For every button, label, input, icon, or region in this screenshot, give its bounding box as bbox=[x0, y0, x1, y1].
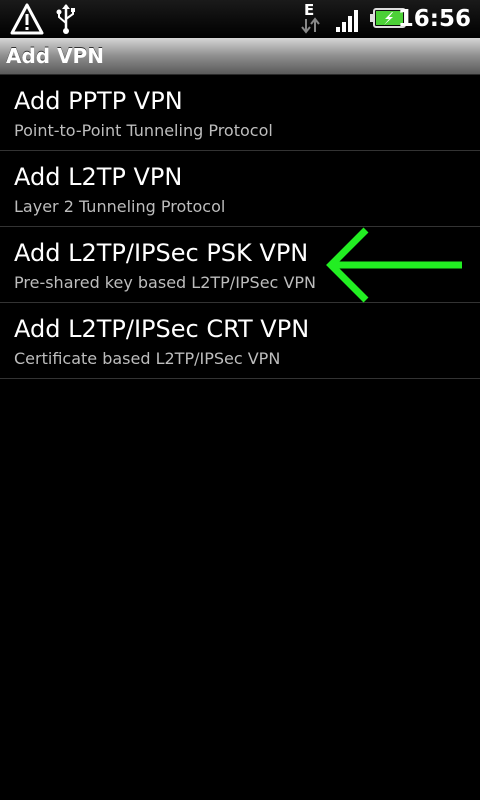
signal-strength-icon bbox=[336, 10, 358, 32]
annotation-arrow bbox=[326, 227, 462, 303]
status-bar: E 16:56 bbox=[0, 0, 480, 38]
arrow-left-icon bbox=[326, 227, 462, 303]
title-bar: Add VPN bbox=[0, 38, 480, 75]
list-item-title: Add PPTP VPN bbox=[14, 87, 183, 115]
edge-data-icon: E bbox=[301, 1, 320, 34]
list-item-title: Add L2TP/IPSec PSK VPN bbox=[14, 239, 309, 267]
warning-icon bbox=[10, 3, 44, 35]
add-pptp-vpn-item[interactable]: Add PPTP VPN Point-to-Point Tunneling Pr… bbox=[0, 75, 480, 151]
usb-icon bbox=[56, 4, 75, 34]
list-item-subtitle: Pre-shared key based L2TP/IPSec VPN bbox=[14, 273, 316, 292]
add-l2tp-ipsec-crt-vpn-item[interactable]: Add L2TP/IPSec CRT VPN Certificate based… bbox=[0, 303, 480, 379]
list-item-subtitle: Point-to-Point Tunneling Protocol bbox=[14, 121, 273, 140]
screen: E 16:56 Add VPN Add PPTP VPN Point-to-Po… bbox=[0, 0, 480, 800]
page-title: Add VPN bbox=[6, 44, 104, 68]
list-item-title: Add L2TP/IPSec CRT VPN bbox=[14, 315, 310, 343]
list-item-subtitle: Certificate based L2TP/IPSec VPN bbox=[14, 349, 281, 368]
status-clock: 16:56 bbox=[397, 6, 471, 32]
add-l2tp-vpn-item[interactable]: Add L2TP VPN Layer 2 Tunneling Protocol bbox=[0, 151, 480, 227]
list-item-title: Add L2TP VPN bbox=[14, 163, 183, 191]
list-item-subtitle: Layer 2 Tunneling Protocol bbox=[14, 197, 226, 216]
network-type-label: E bbox=[304, 1, 314, 19]
